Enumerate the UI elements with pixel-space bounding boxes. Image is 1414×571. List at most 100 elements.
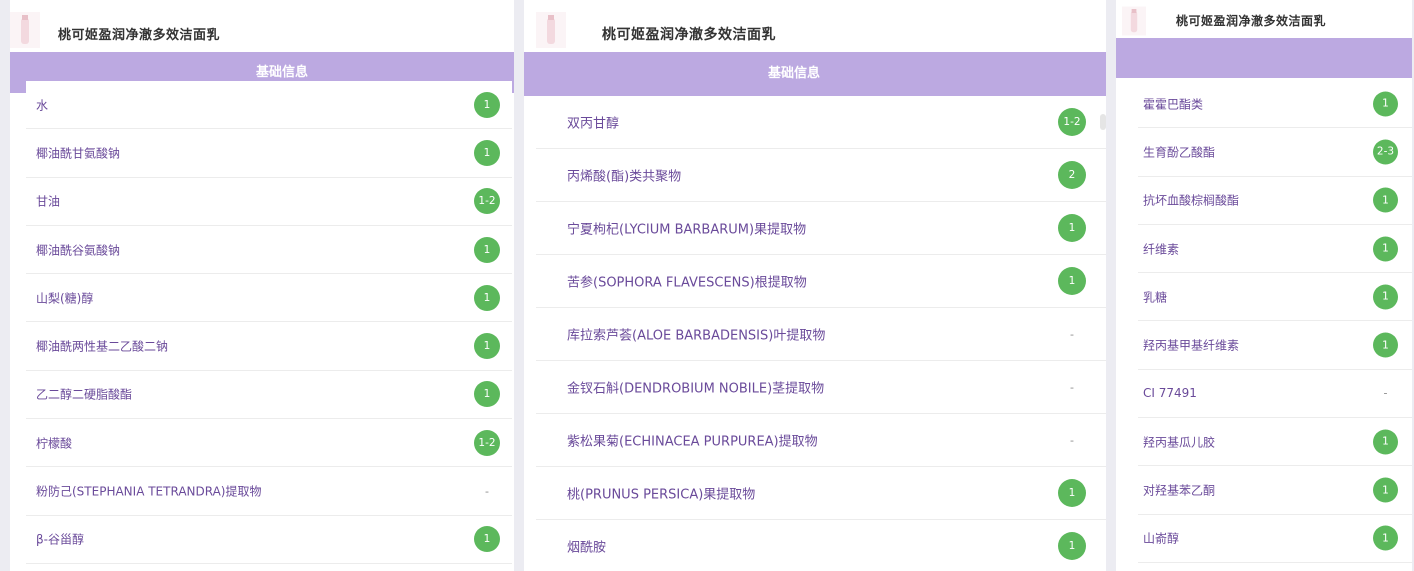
ingredient-row[interactable]: 羟丙基瓜儿胶 1 [1138, 418, 1412, 467]
ingredient-panel-3: 桃可姬盈润净澈多效洁面乳 霍霍巴酯类 1 生育酚乙酸酯 2-3 抗坏血酸棕榈酸酯 1 纤维素… [1116, 0, 1412, 571]
ingredient-row[interactable]: 丙烯酸(酯)类共聚物 2 [536, 149, 1106, 202]
ingredient-row[interactable]: 椰油酰两性基二乙酸二钠 1 [26, 322, 512, 371]
ingredient-name: 桃(PRUNUS PERSICA)果提取物 [567, 487, 756, 503]
ingredient-name: 椰油酰谷氨酸钠 [36, 243, 121, 258]
product-thumbnail-icon [1122, 6, 1146, 36]
ingredient-row[interactable]: 苦参(SOPHORA FLAVESCENS)根提取物 1 [536, 255, 1106, 308]
safety-score-badge: 1 [1373, 525, 1398, 551]
ingredient-row[interactable]: 山嵛醇 1 [1138, 514, 1412, 563]
ingredient-name: 柠檬酸 [36, 436, 73, 451]
product-header: 桃可姬盈润净澈多效洁面乳 [1116, 0, 1412, 38]
ingredient-row[interactable]: 乙二醇二硬脂酸酯 1 [26, 370, 512, 420]
ingredient-name: CI 77491 [1143, 386, 1197, 401]
ingredient-name: 宁夏枸杞(LYCIUM BARBARUM)果提取物 [567, 222, 807, 238]
ingredient-row[interactable]: 水1 [26, 81, 512, 130]
ingredient-row[interactable]: 羟丙基甲基纤维素 1 [1138, 321, 1412, 370]
safety-score-badge: 1 [474, 139, 500, 166]
ingredient-name: 粉防己(STEPHANIA TETRANDRA)提取物 [36, 484, 262, 499]
ingredient-row[interactable]: CI 77491 - [1138, 369, 1412, 419]
ingredient-row[interactable]: 粉防己(STEPHANIA TETRANDRA)提取物 - [26, 467, 512, 516]
safety-score-badge: 2-3 [1373, 139, 1398, 165]
ingredient-name: 抗坏血酸棕榈酸酯 [1143, 193, 1240, 208]
ingredient-name: 水 [36, 98, 49, 113]
product-title: 桃可姬盈润净澈多效洁面乳 [1176, 14, 1327, 28]
ingredient-row[interactable]: 烟酰胺 1 [536, 520, 1106, 571]
safety-score-badge: 1 [1373, 429, 1398, 455]
ingredient-row[interactable]: 甘油 1-2 [26, 177, 512, 226]
ingredient-row[interactable]: 抗坏血酸棕榈酸酯 1 [1138, 176, 1412, 225]
ingredient-row[interactable]: 椰油酰甘氨酸钠 1 [26, 129, 512, 178]
ingredient-name: 甘油 [36, 194, 61, 209]
ingredient-name: 库拉索芦荟(ALOE BARBADENSIS)叶提取物 [567, 328, 826, 344]
scrollbar-thumb[interactable] [1100, 114, 1106, 130]
ingredient-name: 霍霍巴酯类 [1143, 97, 1204, 112]
ingredient-row[interactable]: 纤维素 1 [1138, 224, 1412, 274]
ingredient-name: 对羟基苯乙酮 [1143, 483, 1216, 498]
safety-score-badge: 1 [1058, 479, 1086, 507]
section-bar-basic-info[interactable]: 基础信息 [524, 52, 1106, 96]
ingredient-row[interactable]: 双丙甘醇 1-2 [536, 96, 1106, 149]
safety-score-badge: 1 [474, 333, 500, 360]
section-bar[interactable] [1116, 38, 1412, 78]
ingredient-row[interactable]: 对羟基苯乙酮 1 [1138, 466, 1412, 515]
ingredient-row[interactable]: 紫松果菊(ECHINACEA PURPUREA)提取物 - [536, 414, 1106, 467]
ingredient-name: 椰油酰两性基二乙酸二钠 [36, 339, 169, 354]
ingredient-row[interactable]: 霍霍巴酯类 1 [1138, 80, 1412, 129]
ingredient-row[interactable]: 生育酚乙酸酯 2-3 [1138, 128, 1412, 177]
product-title: 桃可姬盈润净澈多效洁面乳 [602, 27, 776, 43]
safety-score-badge: 1 [474, 381, 500, 408]
ingredient-list: 水 1 椰油酰甘氨酸钠 1 甘油 1-2 椰油酰谷氨酸钠 1 山梨(糖)醇 1 椰油酰两性基二乙酸二… [26, 81, 512, 564]
ingredient-name: β-谷甾醇 [36, 532, 84, 547]
safety-score-badge: 2 [1058, 161, 1086, 189]
product-header: 桃可姬盈润净澈多效洁面乳 [524, 0, 1106, 52]
safety-score-badge: 1-2 [474, 429, 500, 456]
product-header: 桃可姬盈润净澈多效洁面乳 [10, 0, 514, 52]
ingredient-row[interactable]: 柠檬酸 1-2 [26, 419, 512, 468]
product-title: 桃可姬盈润净澈多效洁面乳 [58, 28, 221, 43]
safety-score-badge: 1 [474, 526, 500, 553]
product-thumbnail-icon [10, 12, 40, 48]
ingredient-name: 生育酚乙酸酯 [1143, 145, 1216, 160]
ingredient-panel-1: 桃可姬盈润净澈多效洁面乳 基础信息 水 1 椰油酰甘氨酸钠 1 甘油 1-2 椰油酰谷氨酸钠… [10, 0, 514, 571]
ingredient-name: 金钗石斛(DENDROBIUM NOBILE)茎提取物 [567, 381, 825, 397]
ingredient-row[interactable]: 乳糖 1 [1138, 273, 1412, 322]
safety-score-none: - [1070, 433, 1074, 447]
ingredient-name: 双丙甘醇 [567, 116, 620, 132]
ingredient-name: 苦参(SOPHORA FLAVESCENS)根提取物 [567, 275, 807, 291]
safety-score-badge: 1 [1373, 236, 1398, 262]
safety-score-badge: 1 [1373, 332, 1398, 358]
ingredient-name: 紫松果菊(ECHINACEA PURPUREA)提取物 [567, 434, 818, 450]
ingredient-name: 羟丙基甲基纤维素 [1143, 338, 1240, 353]
safety-score-badge: 1-2 [1058, 108, 1086, 136]
safety-score-badge: 1 [474, 284, 500, 311]
safety-score-badge: 1-2 [474, 188, 500, 215]
safety-score-badge: 1 [474, 236, 500, 263]
safety-score-none: - [1070, 380, 1074, 394]
ingredient-row[interactable]: 山梨(糖)醇 1 [26, 274, 512, 323]
ingredient-name: 羟丙基瓜儿胶 [1143, 435, 1216, 450]
ingredient-name: 乳糖 [1143, 290, 1168, 305]
ingredient-name: 山梨(糖)醇 [36, 291, 94, 306]
ingredient-row[interactable]: 椰油酰谷氨酸钠 1 [26, 225, 512, 275]
safety-score-badge: 1 [474, 91, 500, 118]
safety-score-badge: 1 [1373, 91, 1398, 117]
ingredient-name: 椰油酰甘氨酸钠 [36, 146, 121, 161]
ingredient-row[interactable]: 宁夏枸杞(LYCIUM BARBARUM)果提取物 1 [536, 202, 1106, 255]
ingredient-name: 纤维素 [1143, 242, 1180, 257]
safety-score-none: - [1383, 386, 1388, 400]
safety-score-badge: 1 [1373, 284, 1398, 310]
ingredient-name: 烟酰胺 [567, 540, 607, 556]
safety-score-badge: 1 [1373, 477, 1398, 503]
safety-score-none: - [1070, 327, 1074, 341]
ingredient-list: 双丙甘醇 1-2 丙烯酸(酯)类共聚物 2 宁夏枸杞(LYCIUM BARBARUM)果… [536, 96, 1106, 571]
ingredient-row[interactable]: 库拉索芦荟(ALOE BARBADENSIS)叶提取物 - [536, 308, 1106, 361]
product-thumbnail-icon [536, 12, 566, 48]
ingredient-row[interactable]: 金钗石斛(DENDROBIUM NOBILE)茎提取物 - [536, 361, 1106, 414]
safety-score-badge: 1 [1058, 267, 1086, 295]
ingredient-row[interactable]: β-谷甾醇 1 [26, 515, 512, 564]
ingredient-list: 霍霍巴酯类 1 生育酚乙酸酯 2-3 抗坏血酸棕榈酸酯 1 纤维素 1 乳糖 1 羟丙基甲基纤维素 1… [1138, 80, 1412, 563]
ingredient-name: 乙二醇二硬脂酸酯 [36, 387, 133, 402]
ingredient-row[interactable]: 桃(PRUNUS PERSICA)果提取物 1 [536, 467, 1106, 520]
ingredient-name: 山嵛醇 [1143, 531, 1180, 546]
ingredient-panel-2: 桃可姬盈润净澈多效洁面乳 基础信息 双丙甘醇 1-2 丙烯酸(酯)类共聚物 2 宁夏枸杞… [524, 0, 1106, 571]
